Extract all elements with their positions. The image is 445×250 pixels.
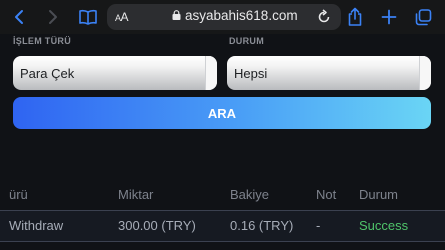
table-row: Withdraw 300.00 (TRY) 0.16 (TRY) - Succe… bbox=[0, 210, 445, 242]
browser-toolbar: AA asyabahis618.com bbox=[0, 0, 445, 34]
share-button[interactable] bbox=[345, 0, 365, 34]
transaction-type-value: Para Çek bbox=[20, 66, 75, 81]
tabs-icon bbox=[415, 8, 431, 25]
lock-icon bbox=[172, 10, 181, 20]
select-handle bbox=[205, 56, 217, 90]
plus-icon bbox=[381, 9, 397, 25]
back-button[interactable] bbox=[8, 0, 30, 34]
cell-amount: 300.00 (TRY) bbox=[118, 218, 196, 233]
transaction-type-label: İŞLEM TÜRÜ bbox=[13, 36, 71, 46]
column-header-status: Durum bbox=[359, 187, 399, 202]
status-value: Hepsi bbox=[234, 66, 268, 81]
forward-button[interactable] bbox=[42, 0, 64, 34]
column-header-type: ürü bbox=[9, 187, 28, 202]
search-button[interactable]: ARA bbox=[13, 97, 431, 129]
transaction-type-select[interactable]: Para Çek bbox=[13, 56, 217, 90]
cell-balance: 0.16 (TRY) bbox=[230, 218, 294, 233]
share-icon bbox=[348, 7, 362, 26]
reload-icon[interactable] bbox=[317, 9, 331, 25]
cell-type: Withdraw bbox=[9, 218, 64, 233]
chevron-right-icon bbox=[49, 10, 57, 24]
url-text: asyabahis618.com bbox=[185, 8, 298, 23]
chevron-left-icon bbox=[15, 10, 23, 24]
address-bar[interactable]: AA asyabahis618.com bbox=[107, 4, 341, 30]
book-icon bbox=[79, 9, 97, 25]
status-label: DURUM bbox=[229, 36, 264, 46]
column-header-balance: Bakiye bbox=[230, 187, 270, 202]
tabs-button[interactable] bbox=[412, 0, 434, 34]
bookmarks-button[interactable] bbox=[76, 0, 100, 34]
select-handle bbox=[419, 56, 431, 90]
reader-aa-button[interactable]: AA bbox=[115, 10, 129, 24]
status-select[interactable]: Hepsi bbox=[227, 56, 431, 90]
status-badge: Success bbox=[359, 218, 409, 233]
column-header-note: Not bbox=[316, 187, 337, 202]
column-header-amount: Miktar bbox=[118, 187, 154, 202]
cell-note: - bbox=[316, 218, 321, 233]
new-tab-button[interactable] bbox=[378, 0, 400, 34]
